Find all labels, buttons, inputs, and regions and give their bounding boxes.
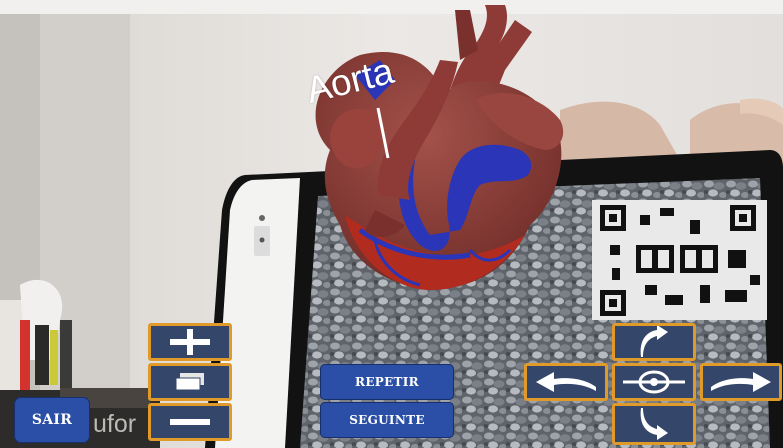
rotate-down-button[interactable] bbox=[612, 403, 696, 445]
layers-icon bbox=[175, 373, 204, 391]
zoom-out-button[interactable] bbox=[148, 403, 232, 441]
curved-arrow-down-icon bbox=[640, 408, 668, 440]
qr-marker bbox=[592, 200, 767, 320]
repeat-button[interactable]: REPETIR bbox=[320, 364, 454, 400]
plus-icon bbox=[170, 329, 210, 355]
recenter-button[interactable] bbox=[612, 363, 696, 401]
crosshair-icon bbox=[623, 370, 685, 394]
next-button[interactable]: SEGUINTE bbox=[320, 402, 454, 438]
rotate-up-button[interactable] bbox=[612, 323, 696, 361]
curved-arrow-up-icon bbox=[640, 326, 668, 357]
curved-arrow-right-icon bbox=[711, 372, 771, 392]
minus-icon bbox=[170, 419, 210, 425]
zoom-in-button[interactable] bbox=[148, 323, 232, 361]
curved-arrow-left-icon bbox=[536, 372, 596, 392]
rotate-left-button[interactable] bbox=[524, 363, 608, 401]
watermark: ufor bbox=[93, 410, 137, 438]
exit-button[interactable]: SAIR bbox=[14, 397, 90, 443]
rotate-right-button[interactable] bbox=[700, 363, 782, 401]
layer-toggle-button[interactable] bbox=[148, 363, 232, 401]
